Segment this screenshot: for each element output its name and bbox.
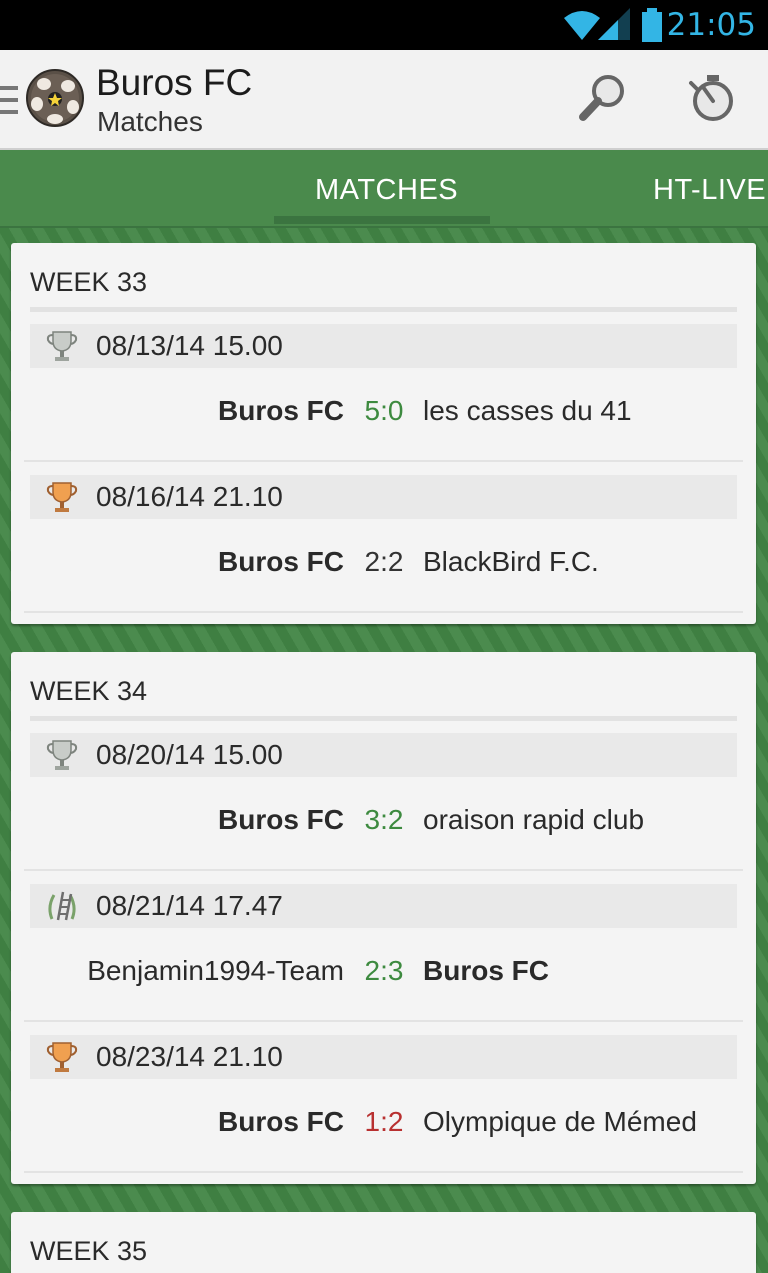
home-team: Buros FC [218, 1106, 344, 1137]
tab-ht-live[interactable]: HT-LIVE [653, 174, 766, 207]
match-date: 08/13/14 15.00 [96, 330, 283, 361]
trophy-silver-icon [46, 740, 78, 770]
week-card: WEEK 35 [11, 1212, 756, 1273]
home-team: Buros FC [218, 546, 344, 577]
match-date: 08/21/14 17.47 [96, 890, 283, 921]
trophy-orange-icon [46, 1042, 78, 1072]
match-header[interactable]: 08/13/14 15.00 [30, 324, 737, 368]
tab-matches[interactable]: MATCHES [315, 174, 458, 207]
tab-indicator [274, 216, 490, 224]
match-score: 1:2 [364, 1106, 404, 1137]
page-title: Buros FC [96, 62, 253, 103]
home-team: Buros FC [218, 804, 344, 835]
club-logo[interactable] [26, 67, 84, 129]
clock: 21:05 [666, 7, 756, 43]
week-card: WEEK 34 08/20/14 15.00 Buros FC 3:2 orai… [11, 652, 756, 1184]
match-date: 08/20/14 15.00 [96, 739, 283, 770]
status-icons [564, 8, 662, 42]
match-divider [24, 869, 743, 871]
battery-icon [642, 8, 662, 42]
match-divider [24, 460, 743, 462]
match-score: 2:3 [364, 955, 404, 986]
match-date: 08/23/14 21.10 [96, 1041, 283, 1072]
ladder-icon [48, 891, 76, 921]
match-header[interactable]: 08/21/14 17.47 [30, 884, 737, 928]
away-team: Buros FC [423, 955, 549, 986]
match-row[interactable]: Buros FC 5:0 les casses du 41 [11, 395, 756, 435]
match-divider [24, 1020, 743, 1022]
away-team: BlackBird F.C. [423, 546, 599, 577]
match-score: 5:0 [364, 395, 404, 426]
match-row[interactable]: Benjamin1994-Team 2:3 Buros FC [11, 955, 756, 995]
match-divider [24, 1171, 743, 1173]
match-date: 08/16/14 21.10 [96, 481, 283, 512]
week-divider [30, 307, 737, 312]
week-title: WEEK 34 [30, 676, 148, 706]
match-header[interactable]: 08/23/14 21.10 [30, 1035, 737, 1079]
match-list[interactable]: WEEK 33 08/13/14 15.00 Buros FC 5:0 les … [0, 228, 768, 1273]
match-divider [24, 611, 743, 613]
wifi-icon [564, 11, 600, 40]
stopwatch-icon[interactable] [688, 73, 738, 127]
match-header[interactable]: 08/20/14 15.00 [30, 733, 737, 777]
trophy-orange-icon [46, 482, 78, 512]
week-divider [30, 716, 737, 721]
home-team: Buros FC [218, 395, 344, 426]
drawer-menu-icon[interactable] [0, 84, 20, 118]
tab-bar: MATCHES HT-LIVE [0, 150, 768, 228]
week-card: WEEK 33 08/13/14 15.00 Buros FC 5:0 les … [11, 243, 756, 624]
status-bar: 21:05 [0, 0, 768, 50]
away-team: oraison rapid club [423, 804, 645, 835]
match-header[interactable]: 08/16/14 21.10 [30, 475, 737, 519]
match-row[interactable]: Buros FC 2:2 BlackBird F.C. [11, 546, 756, 586]
match-score: 3:2 [364, 804, 404, 835]
trophy-silver-icon [46, 331, 78, 361]
match-score: 2:2 [364, 546, 404, 577]
home-team: Benjamin1994-Team [87, 955, 344, 986]
page-subtitle: Matches [97, 106, 203, 137]
search-icon[interactable] [578, 73, 628, 127]
week-title: WEEK 33 [30, 267, 148, 297]
match-row[interactable]: Buros FC 3:2 oraison rapid club [11, 804, 756, 844]
match-row[interactable]: Buros FC 1:2 Olympique de Mémed [11, 1106, 756, 1146]
away-team: Olympique de Mémed [423, 1106, 697, 1137]
week-title: WEEK 35 [30, 1236, 148, 1266]
away-team: les casses du 41 [423, 395, 632, 426]
signal-icon [598, 8, 630, 40]
